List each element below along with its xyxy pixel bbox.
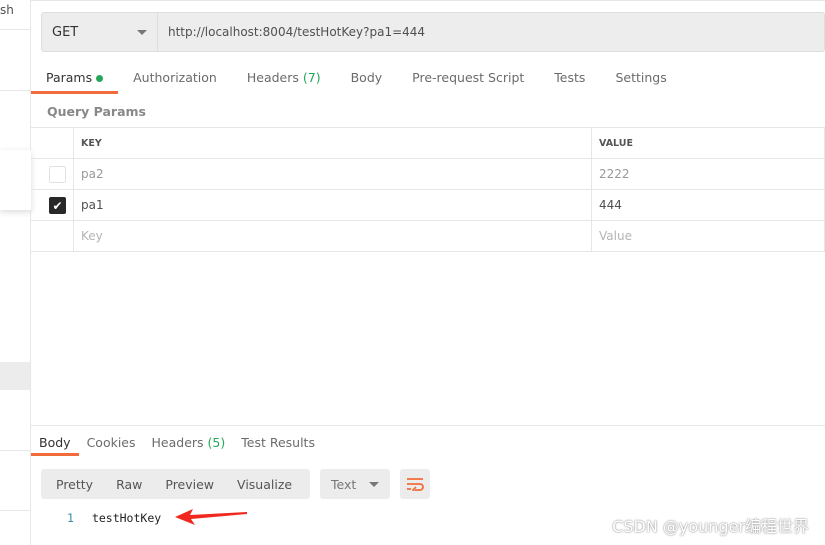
- param-key[interactable]: pa2: [73, 158, 592, 190]
- request-tabs: Params Authorization Headers (7) Body Pr…: [31, 62, 682, 94]
- headers-count: (5): [207, 435, 226, 450]
- view-raw[interactable]: Raw: [101, 477, 142, 492]
- method-select[interactable]: GET: [42, 13, 158, 51]
- request-panel: GET http://localhost:8004/testHotKey?pa1…: [31, 0, 825, 545]
- header-value: VALUE: [591, 127, 825, 159]
- response-body: 1 testHotKey: [67, 511, 161, 525]
- tab-headers[interactable]: Headers (7): [232, 62, 336, 94]
- tab-response-headers[interactable]: Headers (5): [144, 426, 234, 456]
- header-key: KEY: [73, 127, 592, 159]
- tab-cookies[interactable]: Cookies: [79, 426, 144, 456]
- code-line: testHotKey: [91, 511, 162, 525]
- tab-authorization[interactable]: Authorization: [118, 62, 232, 94]
- format-label: Text: [331, 476, 357, 492]
- table-row: Key Value: [31, 220, 825, 252]
- table-row: pa2 2222: [31, 158, 825, 190]
- divider: [0, 29, 30, 30]
- tab-body[interactable]: Body: [336, 62, 398, 94]
- tab-tests[interactable]: Tests: [539, 62, 600, 94]
- url-bar: GET http://localhost:8004/testHotKey?pa1…: [41, 12, 825, 52]
- tab-params[interactable]: Params: [31, 62, 119, 94]
- watermark: CSDN @younger编程世界: [612, 517, 809, 536]
- check-icon: ✔: [52, 198, 63, 213]
- tab-test-results[interactable]: Test Results: [233, 426, 323, 456]
- status-dot-icon: [96, 75, 104, 82]
- tab-response-body[interactable]: Body: [31, 426, 79, 456]
- tab-label: Headers: [151, 435, 204, 450]
- divider: [0, 90, 30, 91]
- query-params-title: Query Params: [47, 104, 146, 119]
- headers-count: (7): [302, 70, 321, 85]
- url-input[interactable]: http://localhost:8004/testHotKey?pa1=444: [158, 25, 425, 39]
- format-select[interactable]: Text: [320, 469, 390, 499]
- red-arrow-annotation: [175, 509, 247, 525]
- view-pretty[interactable]: Pretty: [41, 477, 93, 492]
- tab-label: Params: [46, 70, 93, 85]
- response-tabs: Body Cookies Headers (5) Test Results: [31, 426, 825, 456]
- divider: [31, 0, 825, 1]
- new-key-input[interactable]: Key: [73, 220, 592, 252]
- sidebar-partial-text: sh: [0, 3, 14, 17]
- chevron-down-icon: [137, 29, 147, 35]
- param-key[interactable]: pa1: [73, 189, 592, 221]
- param-value[interactable]: 2222: [591, 158, 825, 190]
- param-value[interactable]: 444: [591, 189, 825, 221]
- method-label: GET: [52, 24, 79, 40]
- tab-label: Headers: [246, 70, 299, 85]
- query-params-table: KEY VALUE pa2 2222 ✔ pa1 444 Key Value: [31, 127, 825, 252]
- tab-pre-request-script[interactable]: Pre-request Script: [397, 62, 539, 94]
- table-row: ✔ pa1 444: [31, 189, 825, 221]
- row-checkbox[interactable]: [49, 165, 66, 183]
- sidebar: sh: [0, 0, 31, 545]
- view-visualize[interactable]: Visualize: [222, 477, 292, 492]
- divider: [0, 510, 30, 511]
- wrap-icon: [407, 478, 424, 491]
- row-checkbox-checked[interactable]: ✔: [49, 196, 66, 214]
- wrap-lines-button[interactable]: [400, 469, 430, 499]
- sidebar-item-selected[interactable]: [0, 362, 30, 390]
- view-preview[interactable]: Preview: [150, 477, 214, 492]
- response-panel: Body Cookies Headers (5) Test Results Pr…: [31, 425, 825, 525]
- view-mode-group: Pretty Raw Preview Visualize: [41, 469, 310, 499]
- sidebar-popup: [0, 150, 31, 210]
- new-value-input[interactable]: Value: [591, 220, 825, 252]
- line-number: 1: [67, 511, 74, 525]
- header-cell: [31, 127, 74, 159]
- tab-settings[interactable]: Settings: [600, 62, 681, 94]
- chevron-down-icon: [369, 481, 379, 487]
- divider: [0, 450, 30, 451]
- table-header: KEY VALUE: [31, 127, 825, 159]
